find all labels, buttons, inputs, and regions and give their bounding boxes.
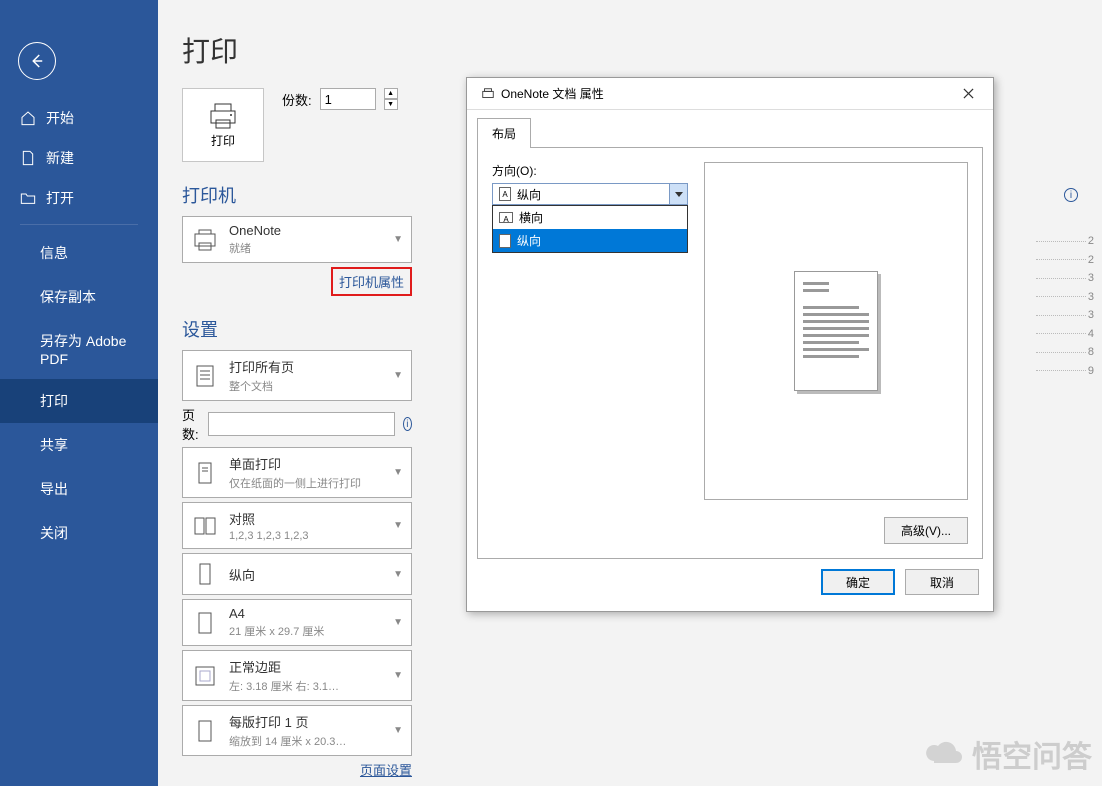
printer-status: 就绪	[229, 240, 383, 256]
pages-per-sheet-icon	[191, 717, 219, 745]
preview-page	[794, 271, 878, 391]
pages-label: 页数:	[182, 405, 200, 443]
printer-name: OneNote	[229, 223, 383, 238]
option-landscape[interactable]: A横向	[493, 206, 687, 229]
printer-selector[interactable]: OneNote 就绪 ▼	[182, 216, 412, 263]
chevron-down-icon	[675, 192, 683, 197]
nav-home[interactable]: 开始	[0, 98, 158, 138]
advanced-button[interactable]: 高级(V)...	[884, 517, 968, 544]
setting-sides[interactable]: 单面打印仅在纸面的一侧上进行打印 ▼	[182, 447, 412, 498]
single-side-icon	[191, 459, 219, 487]
copies-label: 份数:	[282, 90, 312, 109]
portrait-small-icon: A	[499, 234, 511, 248]
back-button[interactable]	[18, 42, 56, 80]
nav-new-label: 新建	[46, 148, 74, 168]
ok-button[interactable]: 确定	[821, 569, 895, 595]
portrait-icon	[191, 560, 219, 588]
print-button[interactable]: 打印	[182, 88, 264, 162]
setting-paper-size[interactable]: A421 厘米 x 29.7 厘米 ▼	[182, 599, 412, 646]
setting-collate[interactable]: 对照1,2,3 1,2,3 1,2,3 ▼	[182, 502, 412, 549]
nav-save-pdf[interactable]: 另存为 Adobe PDF	[0, 319, 158, 379]
page-title: 打印	[182, 30, 1078, 70]
chevron-down-icon: ▼	[393, 467, 403, 478]
back-arrow-icon	[28, 52, 46, 70]
printer-icon	[207, 102, 239, 130]
home-icon	[20, 110, 36, 126]
dialog-close-button[interactable]	[957, 83, 985, 105]
chevron-down-icon: ▼	[393, 234, 403, 245]
printer-properties-link[interactable]: 打印机属性	[331, 267, 412, 296]
nav-print[interactable]: 打印	[0, 379, 158, 423]
setting-orientation[interactable]: 纵向 ▼	[182, 553, 412, 595]
setting-margins[interactable]: 正常边距左: 3.18 厘米 右: 3.1… ▼	[182, 650, 412, 701]
tab-layout[interactable]: 布局	[477, 118, 531, 148]
nav-close[interactable]: 关闭	[0, 511, 158, 555]
print-button-label: 打印	[211, 132, 235, 149]
option-portrait[interactable]: A纵向	[493, 229, 687, 252]
landscape-small-icon: A	[499, 212, 513, 223]
setting-print-range[interactable]: 打印所有页整个文档 ▼	[182, 350, 412, 401]
orientation-dropdown: A横向 A纵向	[492, 205, 688, 253]
nav-home-label: 开始	[46, 108, 74, 128]
collate-icon	[191, 512, 219, 540]
copies-up[interactable]: ▲	[384, 88, 398, 99]
info-icon[interactable]: i	[1064, 188, 1078, 202]
orientation-combo[interactable]: A纵向 A横向 A纵向	[492, 183, 688, 205]
chevron-down-icon: ▼	[393, 617, 403, 628]
printer-properties-dialog: OneNote 文档 属性 布局 方向(O): A纵向 A横向 A纵向 高级(V…	[466, 77, 994, 612]
cloud-icon	[922, 739, 966, 769]
dialog-title-text: OneNote 文档 属性	[501, 85, 604, 102]
paper-icon	[191, 609, 219, 637]
chevron-down-icon: ▼	[393, 670, 403, 681]
sidebar: 开始 新建 打开 信息 保存副本 另存为 Adobe PDF 打印 共享 导出 …	[0, 0, 158, 786]
pages-input[interactable]	[208, 412, 395, 436]
margins-icon	[191, 662, 219, 690]
page-setup-link[interactable]: 页面设置	[360, 763, 412, 778]
document-page-numbers: 22333489	[1036, 232, 1094, 380]
nav-divider	[20, 224, 138, 225]
chevron-down-icon: ▼	[393, 370, 403, 381]
nav-new[interactable]: 新建	[0, 138, 158, 178]
chevron-down-icon: ▼	[393, 725, 403, 736]
preview-box	[704, 162, 968, 500]
nav-open[interactable]: 打开	[0, 178, 158, 218]
nav-export[interactable]: 导出	[0, 467, 158, 511]
printer-device-icon	[191, 226, 219, 254]
combo-dropdown-button[interactable]	[669, 184, 687, 204]
close-icon	[963, 88, 974, 99]
portrait-small-icon: A	[499, 187, 511, 201]
folder-open-icon	[20, 190, 36, 206]
nav-open-label: 打开	[46, 188, 74, 208]
nav-share[interactable]: 共享	[0, 423, 158, 467]
nav-save-copy[interactable]: 保存副本	[0, 275, 158, 319]
nav-info[interactable]: 信息	[0, 231, 158, 275]
copies-input[interactable]	[320, 88, 376, 110]
chevron-down-icon: ▼	[393, 520, 403, 531]
cancel-button[interactable]: 取消	[905, 569, 979, 595]
pages-icon	[191, 362, 219, 390]
setting-pages-per-sheet[interactable]: 每版打印 1 页缩放到 14 厘米 x 20.3… ▼	[182, 705, 412, 756]
watermark: 悟空问答	[922, 732, 1092, 776]
printer-small-icon	[481, 87, 495, 101]
file-icon	[20, 150, 36, 166]
info-icon[interactable]: i	[403, 417, 412, 431]
copies-down[interactable]: ▼	[384, 99, 398, 110]
chevron-down-icon: ▼	[393, 569, 403, 580]
